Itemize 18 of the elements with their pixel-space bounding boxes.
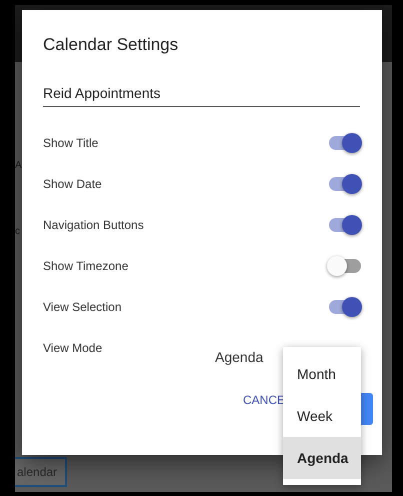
view-mode-select[interactable]: Agenda	[215, 349, 264, 365]
toggle-switch[interactable]	[327, 254, 363, 276]
setting-label: Show Date	[43, 176, 102, 190]
menu-option[interactable]: Agenda	[283, 437, 361, 479]
setting-label: View Selection	[43, 300, 122, 314]
setting-label: Show Timezone	[43, 258, 128, 272]
setting-label: View Mode	[43, 340, 102, 354]
setting-label: Show Title	[43, 136, 98, 150]
menu-option[interactable]: Week	[283, 395, 361, 437]
cancel-button[interactable]: CANCE	[243, 393, 286, 407]
dialog-title: Calendar Settings	[43, 35, 180, 56]
toggle-switch[interactable]	[327, 214, 363, 236]
toggle-switch[interactable]	[327, 296, 363, 318]
menu-option[interactable]: Month	[283, 353, 361, 395]
setting-label: Navigation Buttons	[43, 218, 144, 232]
toggle-switch[interactable]	[327, 172, 363, 194]
toggle-switch[interactable]	[327, 132, 363, 154]
calendar-name-field[interactable]: Reid Appointments	[43, 85, 360, 107]
